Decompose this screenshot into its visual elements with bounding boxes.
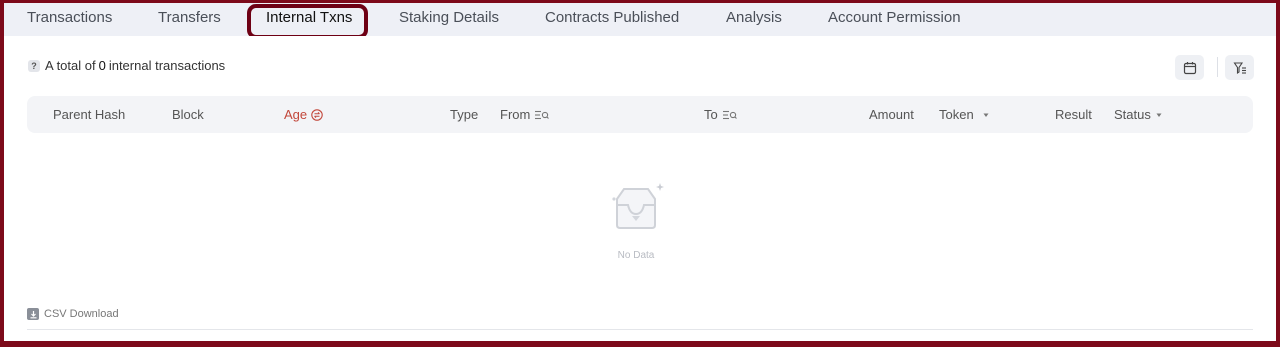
active-tab-highlight: [247, 4, 368, 39]
filter-icon: [1232, 61, 1246, 74]
filter-button[interactable]: [1225, 55, 1254, 80]
table-header: Parent Hash Block Age Type From To Amoun…: [27, 96, 1253, 133]
csv-download-button[interactable]: CSV Download: [27, 308, 119, 320]
column-token-label: Token: [939, 107, 974, 122]
summary-count: 0: [98, 58, 106, 73]
page-frame: Transactions Transfers Internal Txns Sta…: [4, 3, 1276, 341]
footer-divider: [27, 329, 1253, 330]
internal-txns-panel: ? A total of 0 internal transactions Par…: [11, 36, 1269, 341]
download-icon: [27, 308, 39, 320]
column-from[interactable]: From: [500, 107, 550, 122]
column-to-label: To: [704, 107, 718, 122]
tab-transactions[interactable]: Transactions: [27, 9, 112, 26]
empty-state-label: No Data: [617, 250, 655, 261]
column-result: Result: [1055, 107, 1092, 122]
column-status[interactable]: Status: [1114, 107, 1164, 122]
caret-down-icon[interactable]: [1154, 110, 1164, 120]
caret-down-icon[interactable]: [981, 110, 991, 120]
filter-search-icon[interactable]: [722, 109, 738, 121]
csv-download-label: CSV Download: [44, 308, 119, 320]
tab-staking-details[interactable]: Staking Details: [399, 9, 499, 26]
tab-bar: Transactions Transfers Internal Txns Sta…: [4, 3, 1276, 39]
filter-search-icon[interactable]: [534, 109, 550, 121]
tab-analysis[interactable]: Analysis: [726, 9, 782, 26]
summary-prefix: A total of: [45, 58, 96, 73]
column-status-label: Status: [1114, 107, 1151, 122]
column-token[interactable]: Token: [939, 107, 991, 122]
column-block: Block: [172, 107, 204, 122]
tab-transfers[interactable]: Transfers: [158, 9, 221, 26]
calendar-button[interactable]: [1175, 55, 1204, 80]
swap-toggle-icon[interactable]: [311, 108, 323, 121]
column-amount: Amount: [869, 107, 914, 122]
tab-account-permission[interactable]: Account Permission: [828, 9, 961, 26]
summary-suffix: internal transactions: [108, 58, 226, 73]
empty-inbox-icon: [612, 183, 664, 229]
calendar-icon: [1183, 61, 1196, 74]
column-parent-hash: Parent Hash: [53, 107, 126, 122]
column-from-label: From: [500, 107, 531, 122]
transactions-summary: ? A total of 0 internal transactions: [28, 58, 225, 73]
tab-contracts-published[interactable]: Contracts Published: [545, 9, 679, 26]
column-type: Type: [450, 107, 479, 122]
empty-state: No Data: [601, 181, 671, 261]
column-age-label: Age: [284, 107, 308, 122]
toolbar-divider: [1217, 57, 1218, 77]
help-icon[interactable]: ?: [28, 59, 40, 72]
column-age[interactable]: Age: [284, 107, 323, 122]
column-to[interactable]: To: [704, 107, 738, 122]
